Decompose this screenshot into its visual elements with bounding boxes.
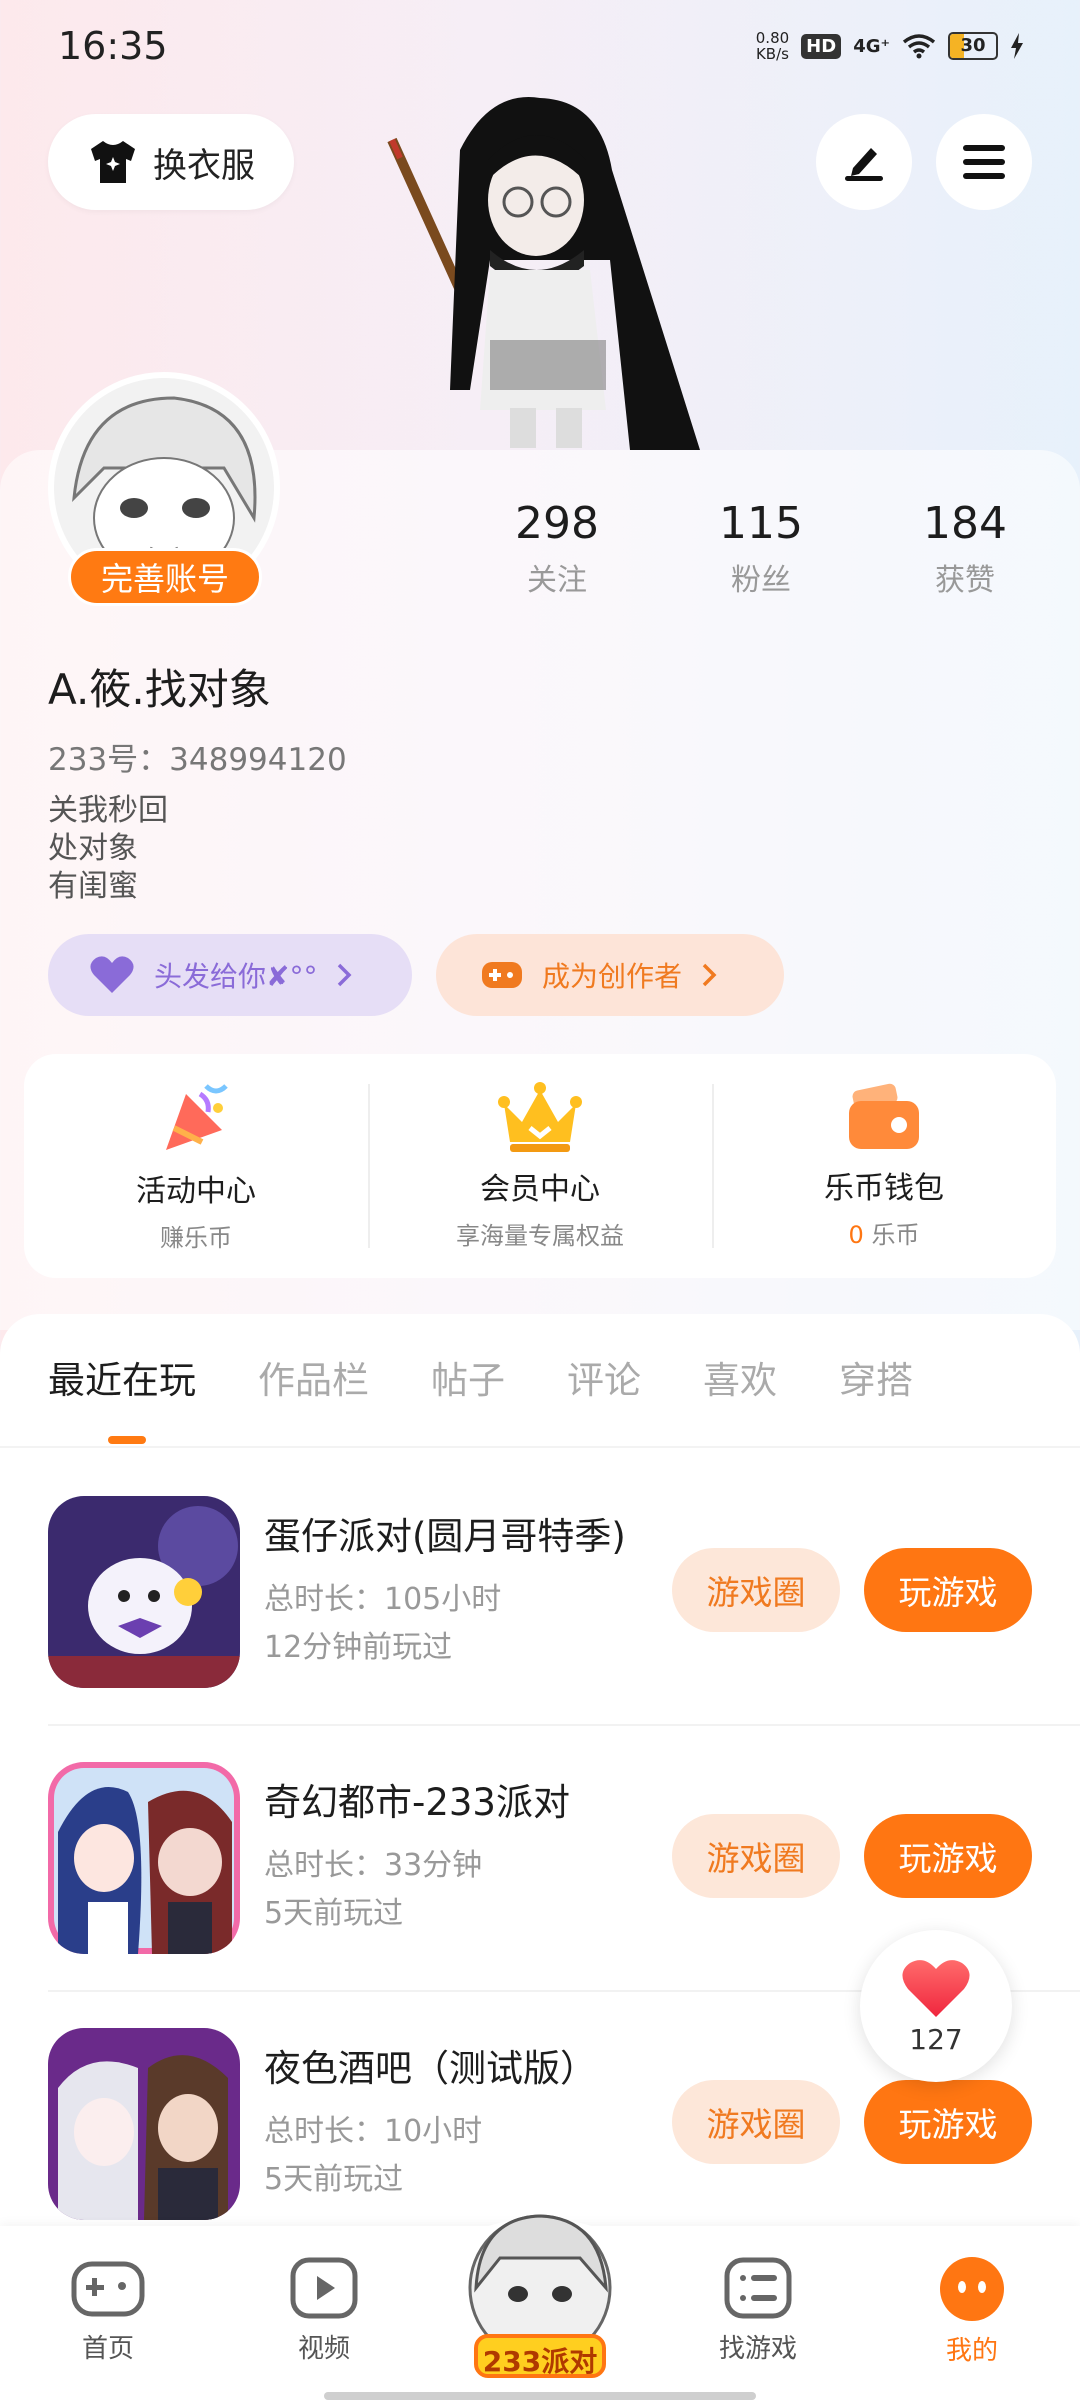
- tab-works[interactable]: 作品栏: [258, 1350, 369, 1404]
- member-center[interactable]: 会员中心 享海量专属权益: [368, 1054, 712, 1278]
- change-outfit-button[interactable]: 换衣服: [48, 114, 294, 210]
- tab-posts[interactable]: 帖子: [431, 1350, 505, 1404]
- game-circle-button[interactable]: 游戏圈: [672, 2080, 840, 2164]
- chevron-right-icon: [702, 963, 717, 987]
- game-last-played: 12分钟前玩过: [264, 1630, 453, 1665]
- video-icon: [290, 2257, 358, 2319]
- charging-icon: [1011, 33, 1023, 59]
- stat-followers[interactable]: 115 粉丝: [676, 498, 846, 599]
- avatar-3d-figure[interactable]: [380, 90, 720, 450]
- bio-line: 有闺蜜: [48, 869, 138, 904]
- like-count: 127: [909, 2022, 963, 2056]
- game-last-played: 5天前玩过: [264, 1896, 404, 1931]
- game-icon: [48, 1762, 240, 1954]
- become-creator-label: 成为创作者: [542, 960, 683, 993]
- play-game-button[interactable]: 玩游戏: [864, 1548, 1032, 1632]
- gamepad-icon: [482, 962, 522, 988]
- row-divider: [48, 1724, 1080, 1726]
- nav-mine[interactable]: 我的: [902, 2256, 1042, 2367]
- game-name: 奇幻都市-233派对: [264, 1781, 570, 1824]
- profile-tabs: 最近在玩 作品栏 帖子 评论 喜欢 穿搭: [48, 1350, 913, 1404]
- bio-line: 处对象: [48, 831, 138, 866]
- nav-home[interactable]: 首页: [38, 2256, 178, 2365]
- signal-icon: 4G⁺: [853, 35, 890, 57]
- battery-icon: 30: [948, 32, 998, 60]
- pen-icon: [845, 148, 883, 181]
- game-duration: 总时长：33分钟: [264, 1848, 483, 1883]
- party-popper-icon: [166, 1083, 228, 1150]
- stat-likes[interactable]: 184 获赞: [880, 498, 1050, 599]
- game-name: 夜色酒吧（测试版）: [264, 2047, 597, 2090]
- game-circle-button[interactable]: 游戏圈: [672, 1548, 840, 1632]
- list-icon: [724, 2257, 792, 2319]
- nickname: A.筱.找对象: [48, 665, 271, 714]
- chevron-right-icon: [338, 963, 352, 987]
- game-icon: [48, 2028, 240, 2220]
- bio: 关我秒回 处对象 有闺蜜: [48, 792, 168, 906]
- hair-tag-button[interactable]: 头发给你✘°°: [48, 934, 412, 1016]
- coin-wallet[interactable]: 乐币钱包 0 乐币: [712, 1054, 1056, 1278]
- nav-party[interactable]: 233派对: [440, 2188, 640, 2388]
- profile-face-icon: [940, 2257, 1004, 2321]
- tshirt-icon: [91, 141, 135, 183]
- tab-outfits[interactable]: 穿搭: [839, 1350, 913, 1404]
- game-duration: 总时长：105小时: [264, 1582, 502, 1617]
- change-outfit-label: 换衣服: [153, 145, 255, 186]
- nav-find-games[interactable]: 找游戏: [688, 2256, 828, 2365]
- become-creator-button[interactable]: 成为创作者: [436, 934, 784, 1016]
- status-bar: 16:35 0.80 KB/s HD 4G⁺ 30: [0, 0, 1080, 100]
- complete-account-badge[interactable]: 完善账号: [68, 548, 262, 606]
- heart-icon: [902, 1959, 970, 2017]
- menu-button[interactable]: [936, 114, 1032, 210]
- wallet-icon: [849, 1083, 919, 1149]
- edit-button[interactable]: [816, 114, 912, 210]
- nav-video[interactable]: 视频: [254, 2256, 394, 2365]
- tab-divider: [0, 1446, 1080, 1448]
- status-icons: 0.80 KB/s HD 4G⁺ 30: [756, 30, 1024, 62]
- home-indicator[interactable]: [324, 2392, 756, 2400]
- game-icon: [48, 1496, 240, 1688]
- list-item[interactable]: 蛋仔派对(圆月哥特季) 总时长：105小时 12分钟前玩过 游戏圈 玩游戏: [0, 1496, 1080, 1760]
- status-time: 16:35: [58, 24, 168, 68]
- game-duration: 总时长：10小时: [264, 2114, 483, 2149]
- activity-center[interactable]: 活动中心 赚乐币: [24, 1054, 368, 1278]
- heart-icon: [90, 956, 134, 993]
- crown-icon: [498, 1081, 582, 1152]
- hair-tag-label: 头发给你✘°°: [154, 960, 318, 993]
- tab-recently-played[interactable]: 最近在玩: [48, 1350, 196, 1404]
- net-speed: 0.80 KB/s: [755, 29, 790, 63]
- bio-line: 关我秒回: [48, 793, 168, 828]
- hamburger-icon: [963, 145, 1005, 179]
- services-panel: 活动中心 赚乐币 会员中心 享海量专属权益 乐币钱包 0 乐币: [24, 1054, 1056, 1278]
- hd-icon: HD: [801, 33, 842, 59]
- gamepad-icon: [71, 2261, 145, 2317]
- stat-following[interactable]: 298 关注: [472, 498, 642, 599]
- party-logo-label: 233派对: [482, 2345, 598, 2378]
- game-last-played: 5天前玩过: [264, 2162, 404, 2197]
- user-id: 233号：348994120: [48, 742, 347, 778]
- active-tab-indicator: [108, 1436, 146, 1444]
- game-circle-button[interactable]: 游戏圈: [672, 1814, 840, 1898]
- play-game-button[interactable]: 玩游戏: [864, 2080, 1032, 2164]
- play-game-button[interactable]: 玩游戏: [864, 1814, 1032, 1898]
- tab-likes[interactable]: 喜欢: [703, 1350, 777, 1404]
- like-bubble[interactable]: 127: [860, 1930, 1012, 2082]
- game-name: 蛋仔派对(圆月哥特季): [264, 1515, 626, 1558]
- wifi-icon: [902, 34, 936, 59]
- tab-comments[interactable]: 评论: [567, 1350, 641, 1404]
